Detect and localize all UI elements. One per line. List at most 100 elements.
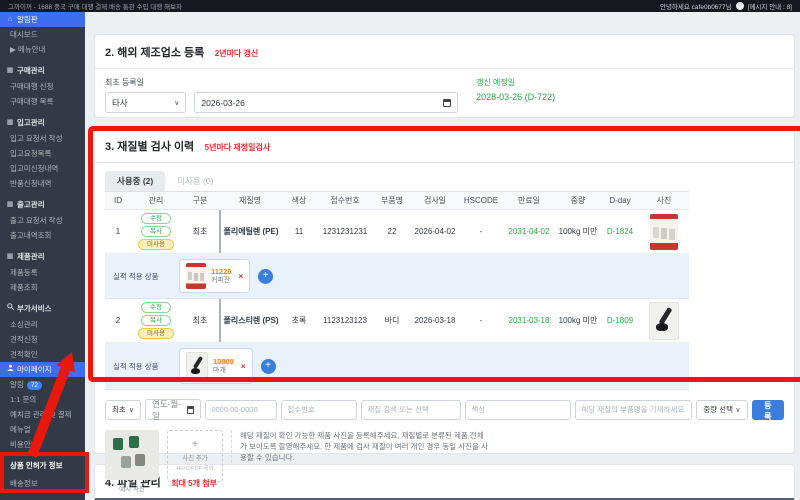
copy-button[interactable]: 복사 [141, 315, 171, 326]
set-unused-button[interactable]: 미사용 [138, 328, 174, 339]
message-link[interactable]: [메시지 안내 : 8] [748, 1, 792, 11]
sidebar-item-product-search[interactable]: 제품조회 [0, 280, 85, 295]
person-icon [6, 362, 14, 377]
color-input[interactable] [465, 400, 571, 420]
sidebar-item-dashboard[interactable]: 대시보드 [0, 27, 85, 42]
example-photo [105, 430, 159, 480]
sidebar-item-product-license-info[interactable]: 상품 인허가 정보 [0, 458, 85, 473]
cell-receipt-no: 1231231231 [317, 227, 373, 236]
tab-unused[interactable]: 미사용 (0) [165, 171, 225, 191]
category-select[interactable]: 최초∨ [105, 400, 141, 420]
registration-type-select[interactable]: 타사∨ [105, 92, 186, 113]
sidebar-item-pricing-guide[interactable]: 비용안내 [0, 437, 85, 452]
sidebar-item-product-register[interactable]: 제품등록 [0, 265, 85, 280]
test-date-input[interactable]: 연도-월-일 [145, 399, 201, 420]
chevron-down-icon: ∨ [174, 99, 179, 107]
copy-button[interactable]: 복사 [141, 226, 171, 237]
table-header-row: ID 관리 구분 재질명 색상 접수번호 부품명 검사일 HSCODE 만료일 … [105, 192, 689, 210]
weight-select[interactable]: 중량 선택∨ [696, 400, 747, 420]
sidebar-item-quote-confirm[interactable]: 견적확인 [0, 347, 85, 362]
sidebar-item-shipping-info[interactable]: 배송정보 [0, 476, 85, 491]
plus-icon: + [192, 440, 198, 450]
grid-icon: ▦ [6, 62, 14, 79]
sidebar-item-outbound-history[interactable]: 출고내역조회 [0, 228, 85, 243]
section3-reinspect-badge: 5년마다 재정밀검사 [205, 143, 271, 152]
sidebar-item-inquiry[interactable]: 1:1 문의 [0, 392, 85, 407]
calendar-icon [187, 406, 195, 414]
avatar[interactable] [736, 2, 744, 10]
sidebar-item-manual[interactable]: 메뉴얼 [0, 422, 85, 437]
receipt-no-input[interactable] [281, 400, 357, 420]
applied-products-label: 실적 적용 상품 [113, 361, 171, 372]
sidebar-item-purchase-list[interactable]: 구매대행 목록 [0, 94, 85, 109]
search-icon [6, 300, 14, 317]
sidebar-section-extra-services[interactable]: 부가서비스 [0, 300, 85, 317]
sidebar-item-inbound-unrequested[interactable]: 입고미신청내역 [0, 161, 85, 176]
cell-hscode: - [459, 227, 503, 236]
material-tabs: 사용중 (2) 미사용 (0) [105, 171, 689, 192]
grid-icon: ▦ [6, 114, 14, 131]
top-bar: 그까이꺼 - 1688 중국 구매 대행 결제 배송 통관 수입 대행 해보자 … [0, 0, 800, 12]
remove-icon[interactable]: × [238, 272, 243, 281]
part-name-input[interactable] [575, 400, 692, 420]
main-content: 2. 해외 제조업소 등록 2년마다 갱신 최초 등록일 타사∨ 2026-03… [85, 12, 800, 500]
add-product-button[interactable]: + [261, 359, 276, 374]
edit-button[interactable]: 수정 [141, 213, 171, 224]
user-greeting[interactable]: 안녕하세요 cafe0b0677님 [660, 1, 732, 11]
renew-date-label: 갱신 예정일 [476, 77, 784, 88]
sidebar-item-mypage[interactable]: 마이페이지 [0, 362, 85, 377]
page: 그까이꺼 - 1688 중국 구매 대행 결제 배송 통관 수입 대행 해보자 … [0, 0, 800, 500]
sidebar-item-deposit[interactable]: 예치금 관리 및 결제 [0, 407, 85, 422]
sidebar-section-product[interactable]: ▦ 제품관리 [0, 248, 85, 265]
sidebar: ⌂ 알림판 대시보드 ▶ 메뉴안내 ▦ 구매관리 구매대행 신청 구매대행 목록… [0, 12, 85, 500]
material-search-input[interactable] [361, 400, 461, 420]
applied-product-chip[interactable]: 10809 마개 × [179, 348, 253, 384]
cell-test-date: 2026-03-18 [411, 316, 459, 325]
section4-attach-badge: 최대 5개 첨부 [171, 479, 217, 488]
sidebar-item-return-request[interactable]: 반품신청내역 [0, 176, 85, 191]
remove-icon[interactable]: × [241, 362, 246, 371]
edit-button[interactable]: 수정 [141, 302, 171, 313]
applied-product-chip[interactable]: 11226 커피잔 × [179, 259, 250, 293]
chevron-down-icon: ∨ [735, 406, 740, 414]
sidebar-item-purchase-request[interactable]: 구매대행 신청 [0, 79, 85, 94]
cell-dday: D-1809 [601, 316, 639, 325]
sidebar-section-inbound[interactable]: ▦ 입고관리 [0, 114, 85, 131]
chevron-down-icon: ∨ [129, 406, 134, 414]
section-overseas-manufacturer: 2. 해외 제조업소 등록 2년마다 갱신 최초 등록일 타사∨ 2026-03… [94, 34, 795, 118]
cell-color: 초록 [281, 315, 317, 326]
product-photo[interactable] [650, 214, 678, 250]
photo-upload-note: 해당 재질이 확인 가능한 제품 사진을 등록해주세요. 재질별로 분류된 제품… [231, 430, 490, 463]
cell-id: 1 [105, 227, 131, 236]
tab-in-use[interactable]: 사용중 (2) [105, 171, 165, 191]
hscode-input[interactable] [205, 400, 277, 420]
cell-hscode: - [459, 316, 503, 325]
cell-material: 폴리에틸렌 (PE) [219, 210, 281, 253]
sidebar-section-purchase[interactable]: ▦ 구매관리 [0, 62, 85, 79]
sidebar-item-inbound-request-write[interactable]: 입고 요청서 작성 [0, 131, 85, 146]
applied-products-label: 실적 적용 상품 [113, 271, 171, 282]
sidebar-item-outbound-request-write[interactable]: 출고 요청서 작성 [0, 213, 85, 228]
inspection-table: ID 관리 구분 재질명 색상 접수번호 부품명 검사일 HSCODE 만료일 … [105, 192, 689, 390]
cell-expire-date: 2031-03-18 [503, 316, 555, 325]
sidebar-section-outbound[interactable]: ▦ 출고관리 [0, 196, 85, 213]
divider [95, 162, 794, 163]
sidebar-item-inbound-request-list[interactable]: 입고요청목록 [0, 146, 85, 161]
register-button[interactable]: 등록 [752, 400, 784, 420]
cell-color: 11 [281, 227, 317, 236]
sidebar-item-quote-request[interactable]: 견적신청 [0, 332, 85, 347]
sidebar-item-notifications[interactable]: 알림72 [0, 377, 85, 392]
product-number: 11226 [211, 267, 231, 276]
set-unused-button[interactable]: 미사용 [138, 239, 174, 250]
applied-products-row: 실적 적용 상품 10809 마개 × + [105, 343, 689, 390]
sidebar-item-menu-guide[interactable]: ▶ 메뉴안내 [0, 42, 85, 57]
first-registration-date-input[interactable]: 2026-03-26 [194, 92, 458, 113]
applied-products-row: 실적 적용 상품 11226 커피잔 × + [105, 254, 689, 299]
add-product-button[interactable]: + [258, 269, 273, 284]
section3-title: 3. 재질별 검사 이력 [105, 141, 194, 153]
brand-text: 그까이꺼 - 1688 중국 구매 대행 결제 배송 통관 수입 대행 해보자 [8, 1, 182, 11]
sidebar-item-dashboard-board[interactable]: ⌂ 알림판 [0, 12, 85, 27]
sidebar-item-sourcing[interactable]: 소싱관리 [0, 317, 85, 332]
product-photo[interactable] [649, 302, 679, 340]
section2-title: 2. 해외 제조업소 등록 [105, 47, 204, 59]
